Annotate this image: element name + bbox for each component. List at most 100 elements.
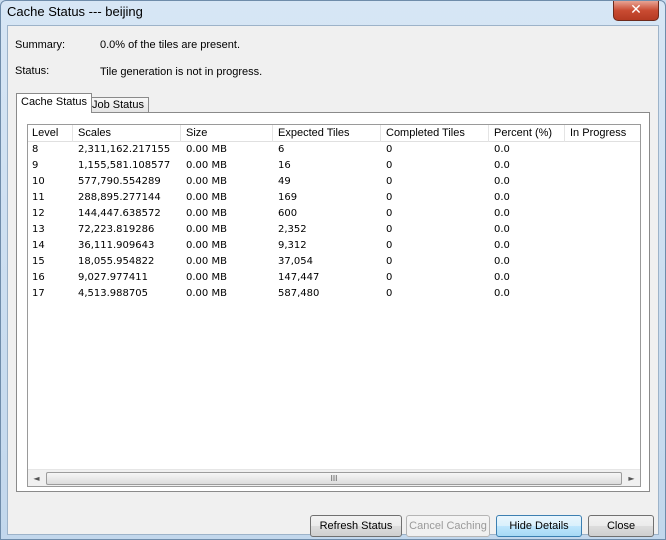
cell-size: 0.00 MB [186,240,227,251]
table-row[interactable]: 16 9,027.977411 0.00 MB 147,447 0 0.0 [28,271,640,287]
cell-scale: 2,311,162.217155 [78,144,171,155]
table-row[interactable]: 17 4,513.988705 0.00 MB 587,480 0 0.0 [28,287,640,303]
cell-expected-tiles: 147,447 [278,272,320,283]
cell-level: 14 [32,240,45,251]
cell-scale: 144,447.638572 [78,208,161,219]
cell-percent: 0.0 [494,224,510,235]
cell-size: 0.00 MB [186,224,227,235]
summary-value: 0.0% of the tiles are present. [100,39,241,51]
cell-scale: 288,895.277144 [78,192,161,203]
cell-percent: 0.0 [494,256,510,267]
cell-scale: 4,513.988705 [78,288,148,299]
window-title: Cache Status --- beijing [7,4,143,19]
cell-completed-tiles: 0 [386,240,393,251]
cache-status-window: Cache Status --- beijing ✕ Summary: 0.0%… [0,0,666,540]
cell-level: 16 [32,272,45,283]
table-row[interactable]: 8 2,311,162.217155 0.00 MB 6 0 0.0 [28,143,640,159]
close-window-icon[interactable]: ✕ [613,1,659,21]
column-header-level[interactable]: Level [32,127,58,139]
cell-percent: 0.0 [494,176,510,187]
column-header-size[interactable]: Size [186,127,207,139]
column-header-scales[interactable]: Scales [78,127,111,139]
tab-cache-status[interactable]: Cache Status [16,93,93,113]
column-divider[interactable] [488,125,489,142]
cell-expected-tiles: 587,480 [278,288,320,299]
cell-completed-tiles: 0 [386,160,393,171]
cell-expected-tiles: 6 [278,144,285,155]
cell-completed-tiles: 0 [386,144,393,155]
cell-size: 0.00 MB [186,288,227,299]
table-header: Level Scales Size Expected Tiles Complet… [28,125,640,142]
cell-size: 0.00 MB [186,208,227,219]
column-header-expected-tiles[interactable]: Expected Tiles [278,127,350,139]
cell-expected-tiles: 37,054 [278,256,313,267]
column-divider[interactable] [272,125,273,142]
cell-percent: 0.0 [494,272,510,283]
cell-size: 0.00 MB [186,192,227,203]
cell-completed-tiles: 0 [386,208,393,219]
tab-job-status[interactable]: Job Status [87,97,149,113]
cell-scale: 9,027.977411 [78,272,148,283]
cell-level: 12 [32,208,45,219]
cell-level: 10 [32,176,45,187]
column-divider[interactable] [72,125,73,142]
cell-completed-tiles: 0 [386,224,393,235]
horizontal-scrollbar[interactable]: ◄ III ► [28,469,640,486]
cell-scale: 36,111.909643 [78,240,155,251]
cell-percent: 0.0 [494,144,510,155]
dialog-body: Summary: 0.0% of the tiles are present. … [7,25,659,537]
column-divider[interactable] [180,125,181,142]
cell-level: 9 [32,160,39,171]
table-row[interactable]: 13 72,223.819286 0.00 MB 2,352 0 0.0 [28,223,640,239]
cell-percent: 0.0 [494,160,510,171]
cell-completed-tiles: 0 [386,272,393,283]
cell-level: 15 [32,256,45,267]
cell-expected-tiles: 49 [278,176,291,187]
summary-label: Summary: [15,39,66,51]
scrollbar-thumb[interactable]: III [46,472,622,485]
column-header-completed-tiles[interactable]: Completed Tiles [386,127,465,139]
table-row[interactable]: 10 577,790.554289 0.00 MB 49 0 0.0 [28,175,640,191]
cell-expected-tiles: 16 [278,160,291,171]
scroll-right-icon[interactable]: ► [623,470,640,486]
cell-scale: 72,223.819286 [78,224,155,235]
table-row[interactable]: 9 1,155,581.108577 0.00 MB 16 0 0.0 [28,159,640,175]
table-row[interactable]: 11 288,895.277144 0.00 MB 169 0 0.0 [28,191,640,207]
cell-size: 0.00 MB [186,160,227,171]
table-row[interactable]: 14 36,111.909643 0.00 MB 9,312 0 0.0 [28,239,640,255]
cancel-caching-button[interactable]: Cancel Caching [406,515,490,537]
status-label: Status: [15,65,50,77]
column-header-percent[interactable]: Percent (%) [494,127,552,139]
cell-scale: 1,155,581.108577 [78,160,171,171]
column-divider[interactable] [380,125,381,142]
cell-expected-tiles: 2,352 [278,224,307,235]
cell-size: 0.00 MB [186,176,227,187]
cell-percent: 0.0 [494,288,510,299]
cell-size: 0.00 MB [186,144,227,155]
refresh-status-button[interactable]: Refresh Status [310,515,402,537]
column-header-in-progress[interactable]: In Progress [570,127,626,139]
cell-percent: 0.0 [494,192,510,203]
cell-level: 11 [32,192,45,203]
cell-level: 17 [32,288,45,299]
cell-completed-tiles: 0 [386,256,393,267]
cell-size: 0.00 MB [186,272,227,283]
cell-size: 0.00 MB [186,256,227,267]
table-row[interactable]: 15 18,055.954822 0.00 MB 37,054 0 0.0 [28,255,640,271]
status-value: Tile generation is not in progress. [100,66,263,78]
scroll-left-icon[interactable]: ◄ [28,470,45,486]
cell-level: 8 [32,144,39,155]
cell-scale: 577,790.554289 [78,176,161,187]
cell-expected-tiles: 169 [278,192,298,203]
cell-percent: 0.0 [494,208,510,219]
cell-expected-tiles: 9,312 [278,240,307,251]
cell-expected-tiles: 600 [278,208,298,219]
cache-status-panel: Level Scales Size Expected Tiles Complet… [16,112,650,492]
close-button[interactable]: Close [588,515,654,537]
hide-details-button[interactable]: Hide Details [496,515,582,537]
column-divider[interactable] [564,125,565,142]
cell-completed-tiles: 0 [386,176,393,187]
table-row[interactable]: 12 144,447.638572 0.00 MB 600 0 0.0 [28,207,640,223]
title-bar[interactable]: Cache Status --- beijing ✕ [1,1,665,25]
cell-level: 13 [32,224,45,235]
